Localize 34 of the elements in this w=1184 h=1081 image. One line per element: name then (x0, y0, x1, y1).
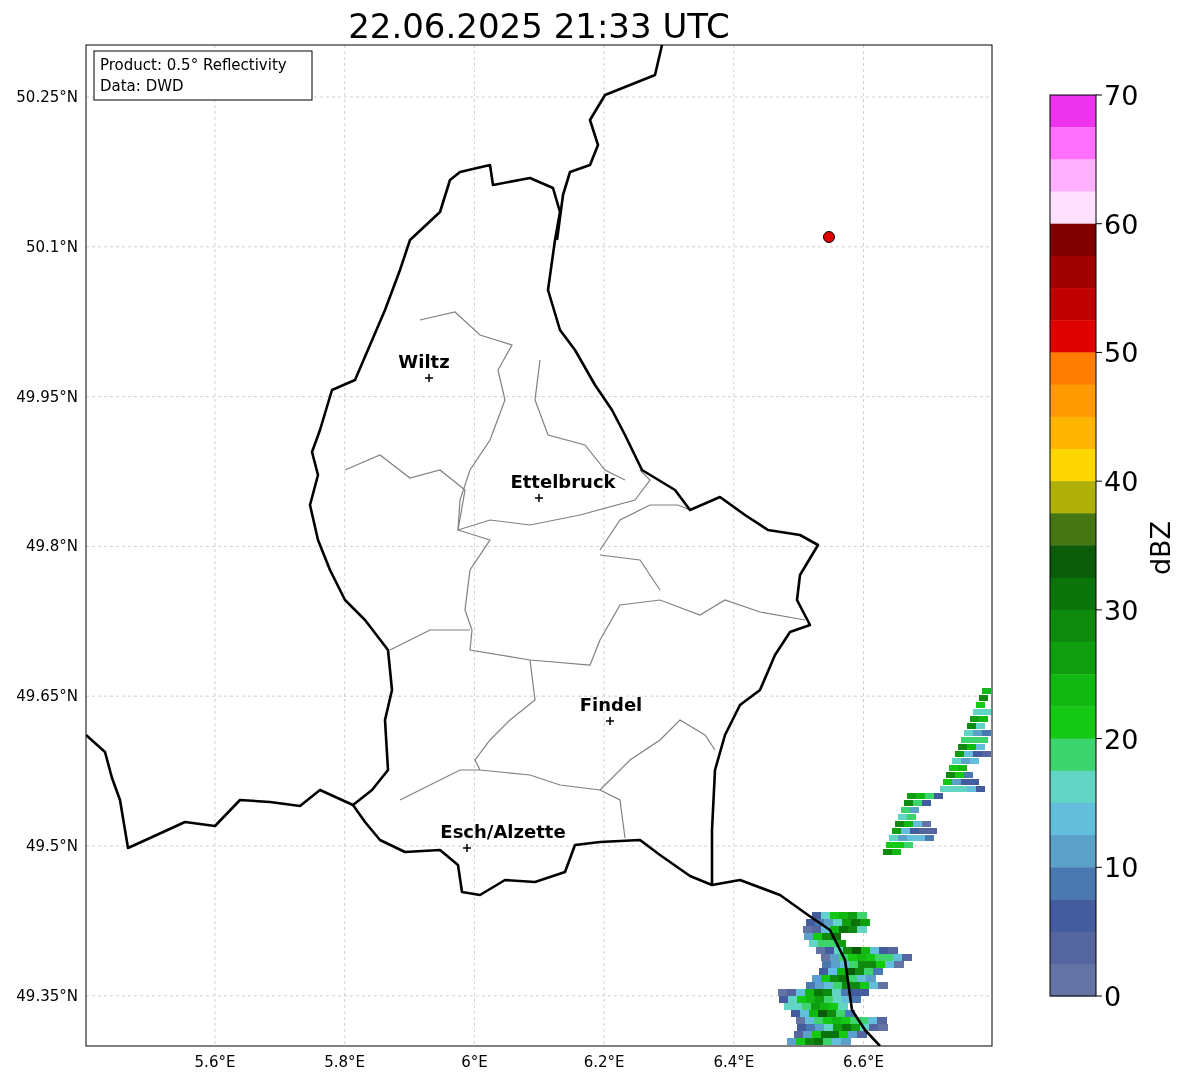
axis-tick-label: 5.8°E (324, 1053, 366, 1071)
axis-tick-label: 49.8°N (25, 537, 78, 556)
colorbar-tick-label: 0 (1104, 981, 1122, 1012)
colorbar-tick-label: 10 (1104, 852, 1139, 884)
colorbar-tick-label: 60 (1104, 208, 1139, 240)
axis-tick-label: 49.95°N (16, 387, 78, 406)
axis-tick-label: 6°E (461, 1053, 488, 1071)
city-label: Ettelbruck (510, 471, 616, 492)
axis-tick-label: 50.25°N (16, 88, 78, 106)
colorbar-tick-label: 30 (1104, 594, 1139, 626)
axis-tick-label: 49.35°N (16, 986, 78, 1005)
info-text: Data: DWD (100, 77, 184, 95)
colorbar-tick-label: 20 (1104, 723, 1139, 755)
axis-tick-label: 6.4°E (713, 1053, 755, 1071)
chart-title: 22.06.2025 21:33 UTC (348, 6, 730, 46)
city-marker-icon (424, 373, 434, 383)
city-label: Esch/Alzette (440, 821, 566, 842)
axis-tick-label: 6.6°E (843, 1053, 884, 1071)
axis-tick-label: 49.65°N (16, 687, 78, 706)
city-label: Wiltz (398, 351, 450, 372)
info-text: Product: 0.5° Reflectivity (100, 56, 287, 74)
axis-tick-label: 5.6°E (194, 1053, 236, 1071)
colorbar-label: dBZ (1145, 520, 1176, 576)
city-marker-icon (534, 493, 544, 503)
city-marker-icon (605, 716, 615, 726)
city-label: Findel (579, 694, 643, 715)
axis-tick-label: 6.2°E (583, 1053, 625, 1071)
colorbar-tick-label: 70 (1104, 80, 1139, 111)
axis-tick-label: 49.5°N (25, 837, 78, 855)
city-marker-icon (462, 843, 472, 853)
axis-tick-label: 50.1°N (25, 237, 78, 256)
colorbar-tick-label: 50 (1104, 337, 1139, 369)
location-marker-icon (823, 231, 835, 243)
colorbar-tick-label: 40 (1104, 466, 1139, 498)
